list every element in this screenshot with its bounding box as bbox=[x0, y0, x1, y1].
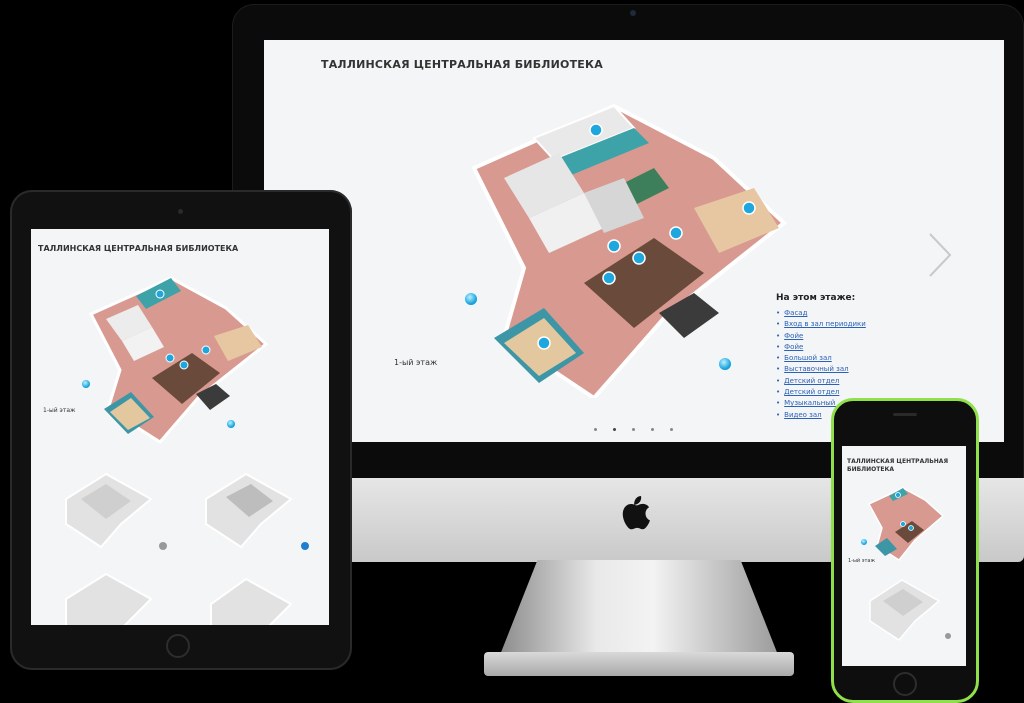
list-item[interactable]: • Фасад bbox=[776, 308, 866, 319]
info-pin-icon[interactable] bbox=[226, 419, 236, 429]
tablet-screen: ТАЛЛИНСКАЯ ЦЕНТРАЛЬНАЯ БИБЛИОТЕКА 1-ый э… bbox=[31, 229, 329, 625]
carousel-dot[interactable] bbox=[594, 428, 597, 431]
page-title: ТАЛЛИНСКАЯ ЦЕНТРАЛЬНАЯ БИБЛИОТЕКА bbox=[321, 58, 603, 71]
imac-camera bbox=[630, 10, 636, 16]
home-button-icon[interactable] bbox=[166, 634, 190, 658]
carousel-dot[interactable] bbox=[670, 428, 673, 431]
list-item[interactable]: • Вход в зал периодики bbox=[776, 319, 866, 330]
ipad-camera bbox=[178, 209, 183, 214]
info-pin-icon[interactable] bbox=[860, 538, 868, 546]
home-button-icon[interactable] bbox=[893, 672, 917, 696]
page-title: ТАЛЛИНСКАЯ ЦЕНТРАЛЬНАЯ БИБЛИОТЕКА bbox=[38, 244, 239, 253]
floor-thumbnail[interactable] bbox=[61, 569, 156, 625]
phone-screen: ТАЛЛИНСКАЯ ЦЕНТРАЛЬНАЯ БИБЛИОТЕКА 1-ый э… bbox=[842, 446, 966, 666]
floor-thumbnail[interactable] bbox=[201, 469, 296, 549]
list-item[interactable]: • Фойе bbox=[776, 331, 866, 342]
floor-thumbnail-marker[interactable] bbox=[159, 542, 167, 550]
floor-label: 1-ый этаж bbox=[394, 358, 438, 367]
imac-stand bbox=[498, 560, 780, 660]
carousel-dot[interactable] bbox=[632, 428, 635, 431]
list-item[interactable]: • Детский отдел bbox=[776, 387, 866, 398]
floor-plan-3d[interactable] bbox=[867, 486, 947, 561]
carousel-dots bbox=[594, 428, 684, 431]
info-pin-icon[interactable] bbox=[718, 357, 732, 371]
floor-thumbnail[interactable] bbox=[206, 574, 301, 625]
floor-thumbnail[interactable] bbox=[867, 576, 942, 641]
imac-foot bbox=[484, 652, 794, 676]
floor-thumbnail-marker[interactable] bbox=[945, 633, 951, 639]
list-item[interactable]: • Выставочный зал bbox=[776, 364, 866, 375]
page-title: ТАЛЛИНСКАЯ ЦЕНТРАЛЬНАЯ БИБЛИОТЕКА bbox=[847, 458, 949, 473]
list-item[interactable]: • Большой зал bbox=[776, 353, 866, 364]
iphone-speaker bbox=[893, 413, 917, 416]
apple-logo-icon bbox=[622, 496, 650, 530]
info-pin-icon[interactable] bbox=[81, 379, 91, 389]
list-item[interactable]: • Детский отдел bbox=[776, 376, 866, 387]
info-pin-icon[interactable] bbox=[464, 292, 478, 306]
floor-label: 1-ый этаж bbox=[848, 558, 875, 564]
chevron-right-icon[interactable] bbox=[926, 232, 954, 278]
floor-contents-heading: На этом этаже: bbox=[776, 293, 856, 303]
carousel-dot-active[interactable] bbox=[613, 428, 616, 431]
list-item[interactable]: • Фойе bbox=[776, 342, 866, 353]
carousel-dot[interactable] bbox=[651, 428, 654, 431]
floor-plan-3d[interactable] bbox=[464, 98, 804, 398]
floor-thumbnail[interactable] bbox=[61, 469, 156, 549]
floor-plan-3d[interactable] bbox=[86, 274, 276, 444]
floor-label: 1-ый этаж bbox=[43, 407, 76, 414]
desktop-screen: ТАЛЛИНСКАЯ ЦЕНТРАЛЬНАЯ БИБЛИОТЕКА 1-ый э… bbox=[264, 40, 1004, 442]
floor-thumbnail-marker-active[interactable] bbox=[301, 542, 309, 550]
